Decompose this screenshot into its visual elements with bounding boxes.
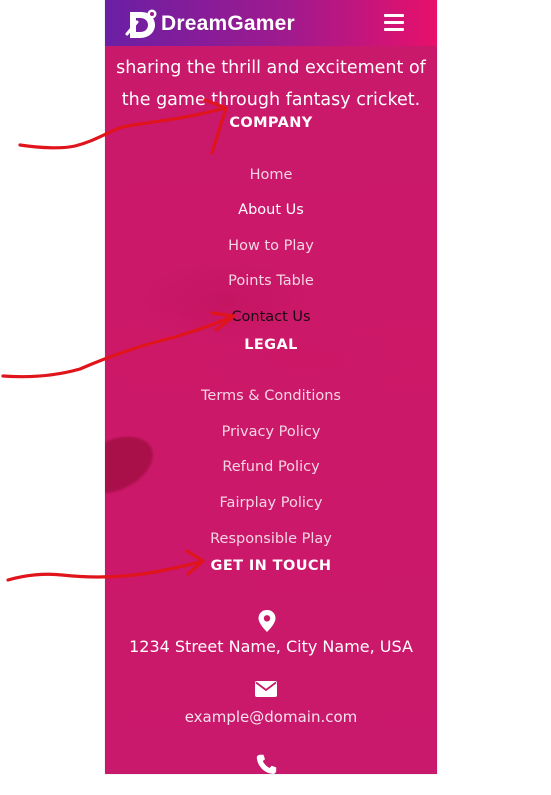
location-pin-icon — [258, 610, 276, 632]
footer-link-home[interactable]: Home — [105, 167, 437, 183]
logo[interactable]: DreamGamer — [125, 8, 295, 40]
footer-link-fairplay-policy[interactable]: Fairplay Policy — [105, 495, 437, 511]
footer-link-terms[interactable]: Terms & Conditions — [105, 388, 437, 404]
intro-line-2: the game through fantasy cricket. — [121, 90, 421, 110]
contact-address: 1234 Street Name, City Name, USA — [129, 637, 413, 656]
footer-link-points-table[interactable]: Points Table — [105, 273, 437, 289]
footer-link-refund-policy[interactable]: Refund Policy — [105, 459, 437, 475]
mobile-page: DreamGamer sharing the thrill and excite… — [105, 0, 437, 774]
intro-text: sharing the thrill and excitement of the… — [105, 52, 437, 116]
footer-link-privacy-policy[interactable]: Privacy Policy — [105, 424, 437, 440]
hamburger-menu-icon[interactable] — [384, 14, 404, 32]
company-heading: COMPANY — [229, 115, 313, 131]
contact-heading: GET IN TOUCH — [210, 558, 332, 574]
site-header: DreamGamer — [105, 0, 437, 46]
footer-link-how-to-play[interactable]: How to Play — [105, 238, 437, 254]
contact-email[interactable]: example@domain.com — [105, 708, 437, 726]
envelope-icon — [255, 681, 277, 697]
phone-icon — [256, 754, 277, 774]
intro-line-1: sharing the thrill and excitement of — [116, 58, 426, 78]
dreamgamer-logo-icon — [125, 9, 157, 38]
legal-heading: LEGAL — [244, 337, 298, 353]
footer-link-responsible-play[interactable]: Responsible Play — [105, 531, 437, 547]
brand-name: DreamGamer — [161, 12, 295, 35]
footer-link-contact-us[interactable]: Contact Us — [105, 309, 437, 325]
footer-link-about-us[interactable]: About Us — [105, 202, 437, 218]
